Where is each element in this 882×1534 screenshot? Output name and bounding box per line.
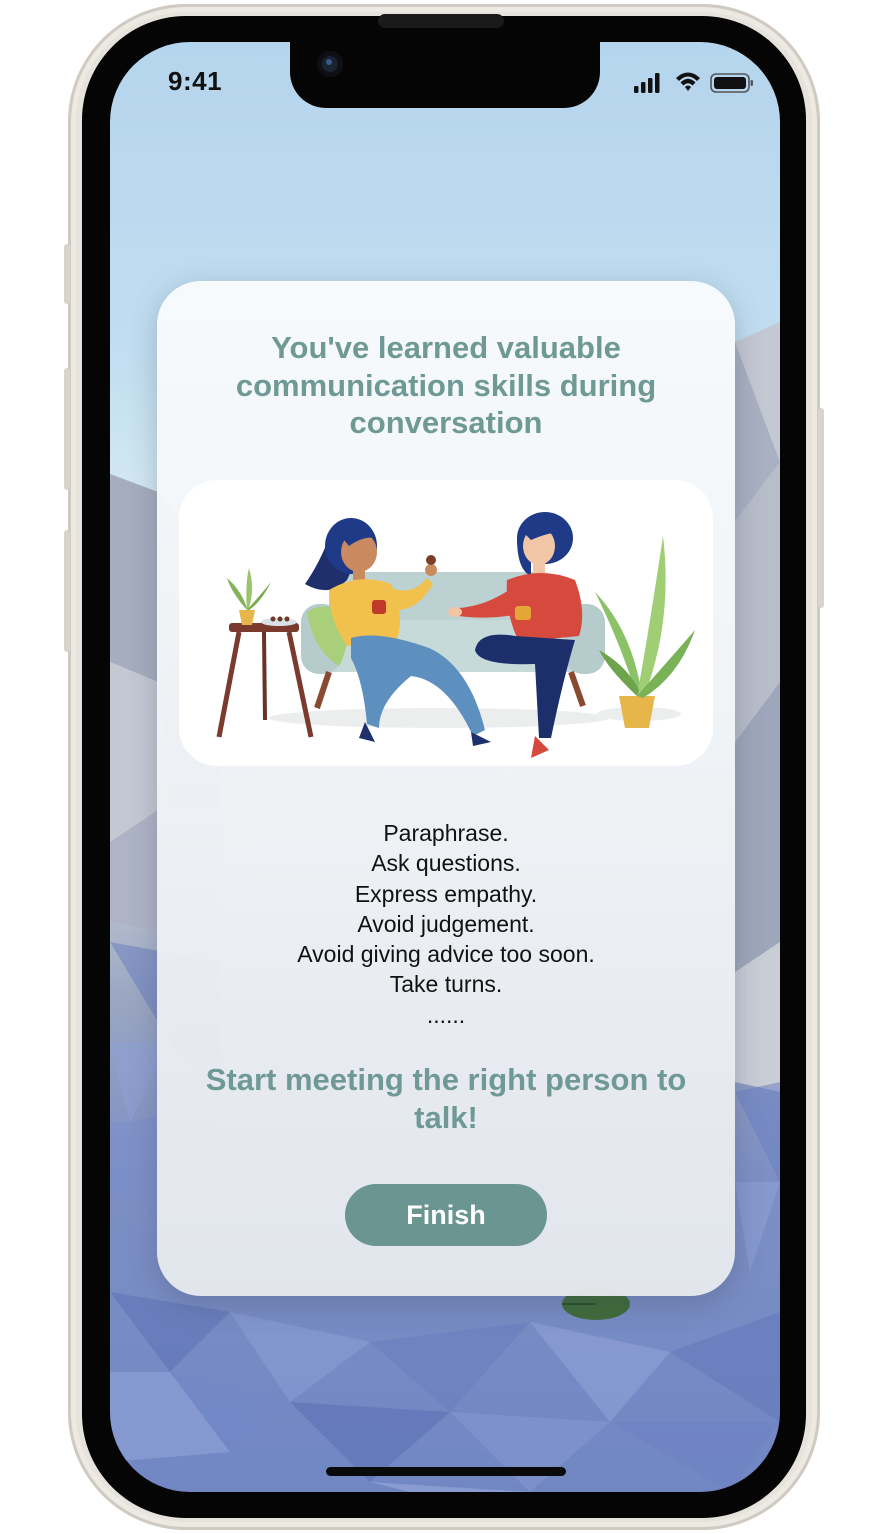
- completion-card: You've learned valuable communication sk…: [157, 281, 735, 1296]
- finish-button[interactable]: Finish: [345, 1184, 547, 1246]
- tip-ellipsis: ......: [426, 1001, 466, 1028]
- status-time: 9:41: [168, 66, 223, 96]
- tip-item: Take turns.: [389, 971, 503, 998]
- call-to-action-text: Start meeting the right person to talk!: [205, 1062, 687, 1135]
- cellular-signal-icon: [634, 73, 660, 93]
- communication-tips-list: Paraphrase. Ask questions. Express empat…: [177, 818, 715, 1030]
- volume-up-button: [64, 368, 70, 490]
- battery-icon: [710, 73, 753, 93]
- two-women-talking-image: [216, 512, 695, 758]
- status-icons: [634, 72, 753, 93]
- wifi-icon: [676, 72, 700, 91]
- completion-headline: You've learned valuable communication sk…: [235, 330, 657, 440]
- tip-item: Avoid judgement.: [357, 910, 535, 937]
- tip-item: Avoid giving advice too soon.: [297, 941, 595, 968]
- home-indicator[interactable]: [326, 1467, 566, 1476]
- conversation-illustration: [179, 480, 713, 766]
- earpiece-speaker: [378, 14, 504, 28]
- power-button: [818, 408, 824, 608]
- tip-item: Paraphrase.: [383, 820, 509, 846]
- silent-switch: [64, 244, 70, 304]
- volume-down-button: [64, 530, 70, 652]
- front-camera: [317, 51, 343, 77]
- tip-item: Ask questions.: [371, 850, 521, 877]
- tip-item: Express empathy.: [354, 880, 538, 907]
